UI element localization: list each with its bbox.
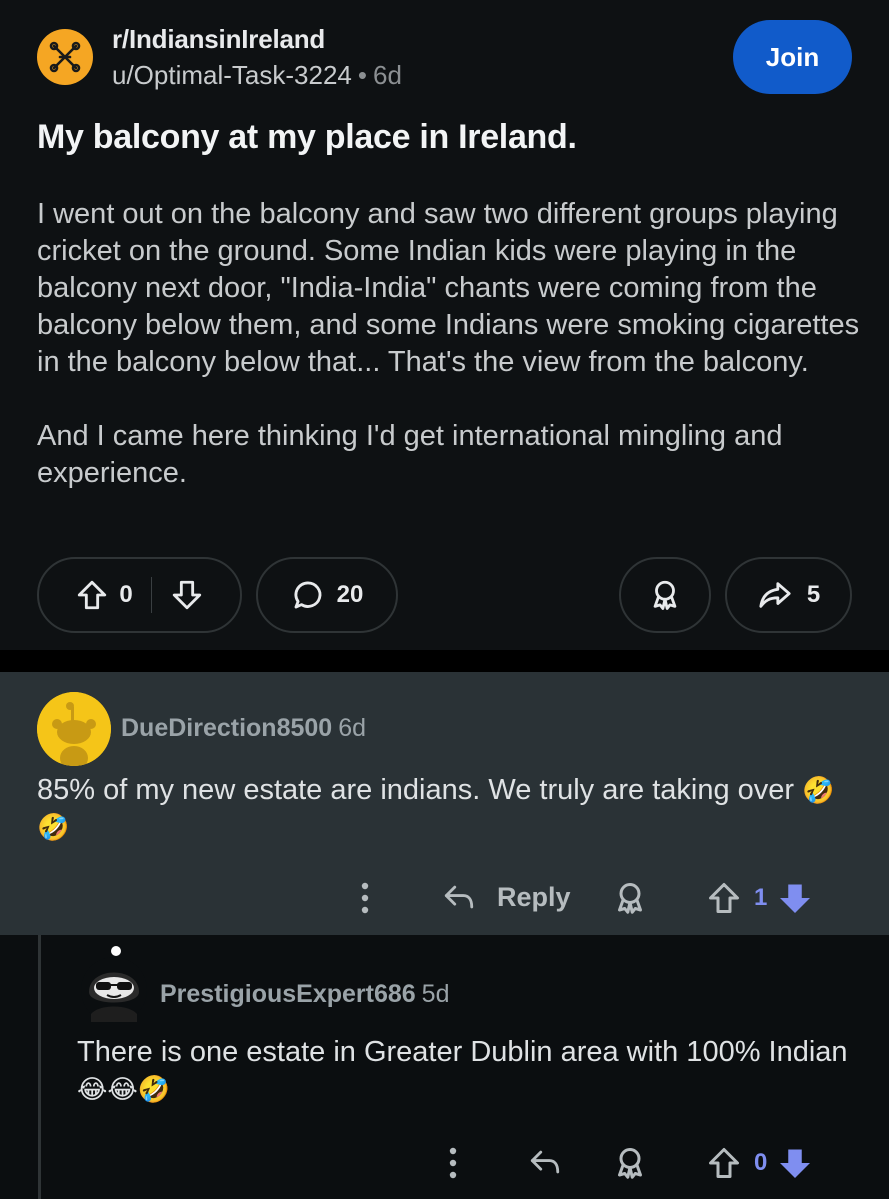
thread-line	[38, 935, 41, 1199]
vote-bar: 0	[37, 557, 242, 633]
award-button[interactable]	[612, 880, 648, 916]
share-icon	[759, 582, 791, 608]
avatar[interactable]	[37, 692, 111, 766]
join-button[interactable]: Join	[733, 20, 852, 94]
snoo-avatar-icon	[37, 692, 111, 766]
more-vertical-icon	[449, 1147, 457, 1179]
post-body-paragraph: And I came here thinking I'd get interna…	[37, 420, 783, 489]
comment-icon	[294, 581, 322, 609]
more-vertical-icon	[361, 882, 369, 914]
comment-text: There is one estate in Greater Dublin ar…	[77, 1034, 857, 1108]
reply-icon	[444, 885, 474, 909]
reply-label: Reply	[497, 881, 571, 912]
section-divider	[0, 650, 889, 672]
comment-emoji: 😂😂🤣	[77, 1074, 171, 1104]
award-icon	[618, 1148, 642, 1179]
share-count: 5	[806, 581, 821, 608]
award-icon	[618, 883, 642, 914]
subreddit-avatar[interactable]	[37, 29, 93, 85]
post-body: I went out on the balcony and saw two di…	[37, 196, 867, 529]
upvote-icon[interactable]	[75, 578, 109, 612]
downvote-active-icon[interactable]	[777, 1145, 813, 1181]
award-icon	[653, 580, 677, 610]
comment-vote-count: 1	[754, 884, 768, 911]
snoo-avatar-icon	[81, 946, 147, 1023]
post-title: My balcony at my place in Ireland.	[37, 118, 577, 156]
more-options-button[interactable]	[445, 1145, 461, 1181]
subreddit-name[interactable]: r/IndiansinIreland	[112, 24, 325, 55]
separator-dot: •	[357, 60, 367, 90]
upvote-icon[interactable]	[706, 880, 742, 916]
award-button[interactable]	[619, 557, 711, 633]
post-meta: u/Optimal-Task-3224 • 6d	[112, 60, 402, 91]
subreddit-icon	[49, 41, 81, 73]
share-button[interactable]: 5	[725, 557, 852, 633]
upvote-icon[interactable]	[706, 1145, 742, 1181]
comment-text: 85% of my new estate are indians. We tru…	[37, 772, 857, 846]
comment-age: 6d	[338, 714, 367, 742]
comment-username[interactable]: PrestigiousExpert686	[160, 980, 416, 1008]
comment-count: 20	[336, 581, 364, 608]
comment-vote-count: 0	[754, 1149, 768, 1176]
vote-count: 0	[119, 581, 133, 608]
post-card: r/IndiansinIreland u/Optimal-Task-3224 • 6…	[0, 0, 889, 650]
post-age: 6d	[373, 60, 402, 90]
comment-age: 5d	[421, 980, 450, 1008]
downvote-icon[interactable]	[170, 578, 204, 612]
reply-button[interactable]: Reply	[441, 880, 571, 914]
comment-author[interactable]: DueDirection8500 6d	[121, 714, 366, 743]
comment-vote-bar: 1	[706, 880, 813, 916]
downvote-active-icon[interactable]	[777, 880, 813, 916]
reply-icon	[530, 1150, 560, 1174]
avatar[interactable]	[79, 944, 149, 1024]
comment-username[interactable]: DueDirection8500	[121, 714, 332, 742]
post-body-paragraph: I went out on the balcony and saw two di…	[37, 198, 860, 378]
reply-button[interactable]	[527, 1145, 563, 1179]
comment-body: 85% of my new estate are indians. We tru…	[37, 774, 795, 806]
comments-button[interactable]: 20	[256, 557, 398, 633]
comment-author[interactable]: PrestigiousExpert686 5d	[160, 980, 449, 1009]
comment-body: There is one estate in Greater Dublin ar…	[77, 1036, 848, 1068]
comment-vote-bar: 0	[706, 1145, 813, 1181]
award-button[interactable]	[612, 1145, 648, 1181]
author-name[interactable]: u/Optimal-Task-3224	[112, 60, 352, 90]
more-options-button[interactable]	[357, 880, 373, 916]
vote-divider	[150, 577, 152, 613]
